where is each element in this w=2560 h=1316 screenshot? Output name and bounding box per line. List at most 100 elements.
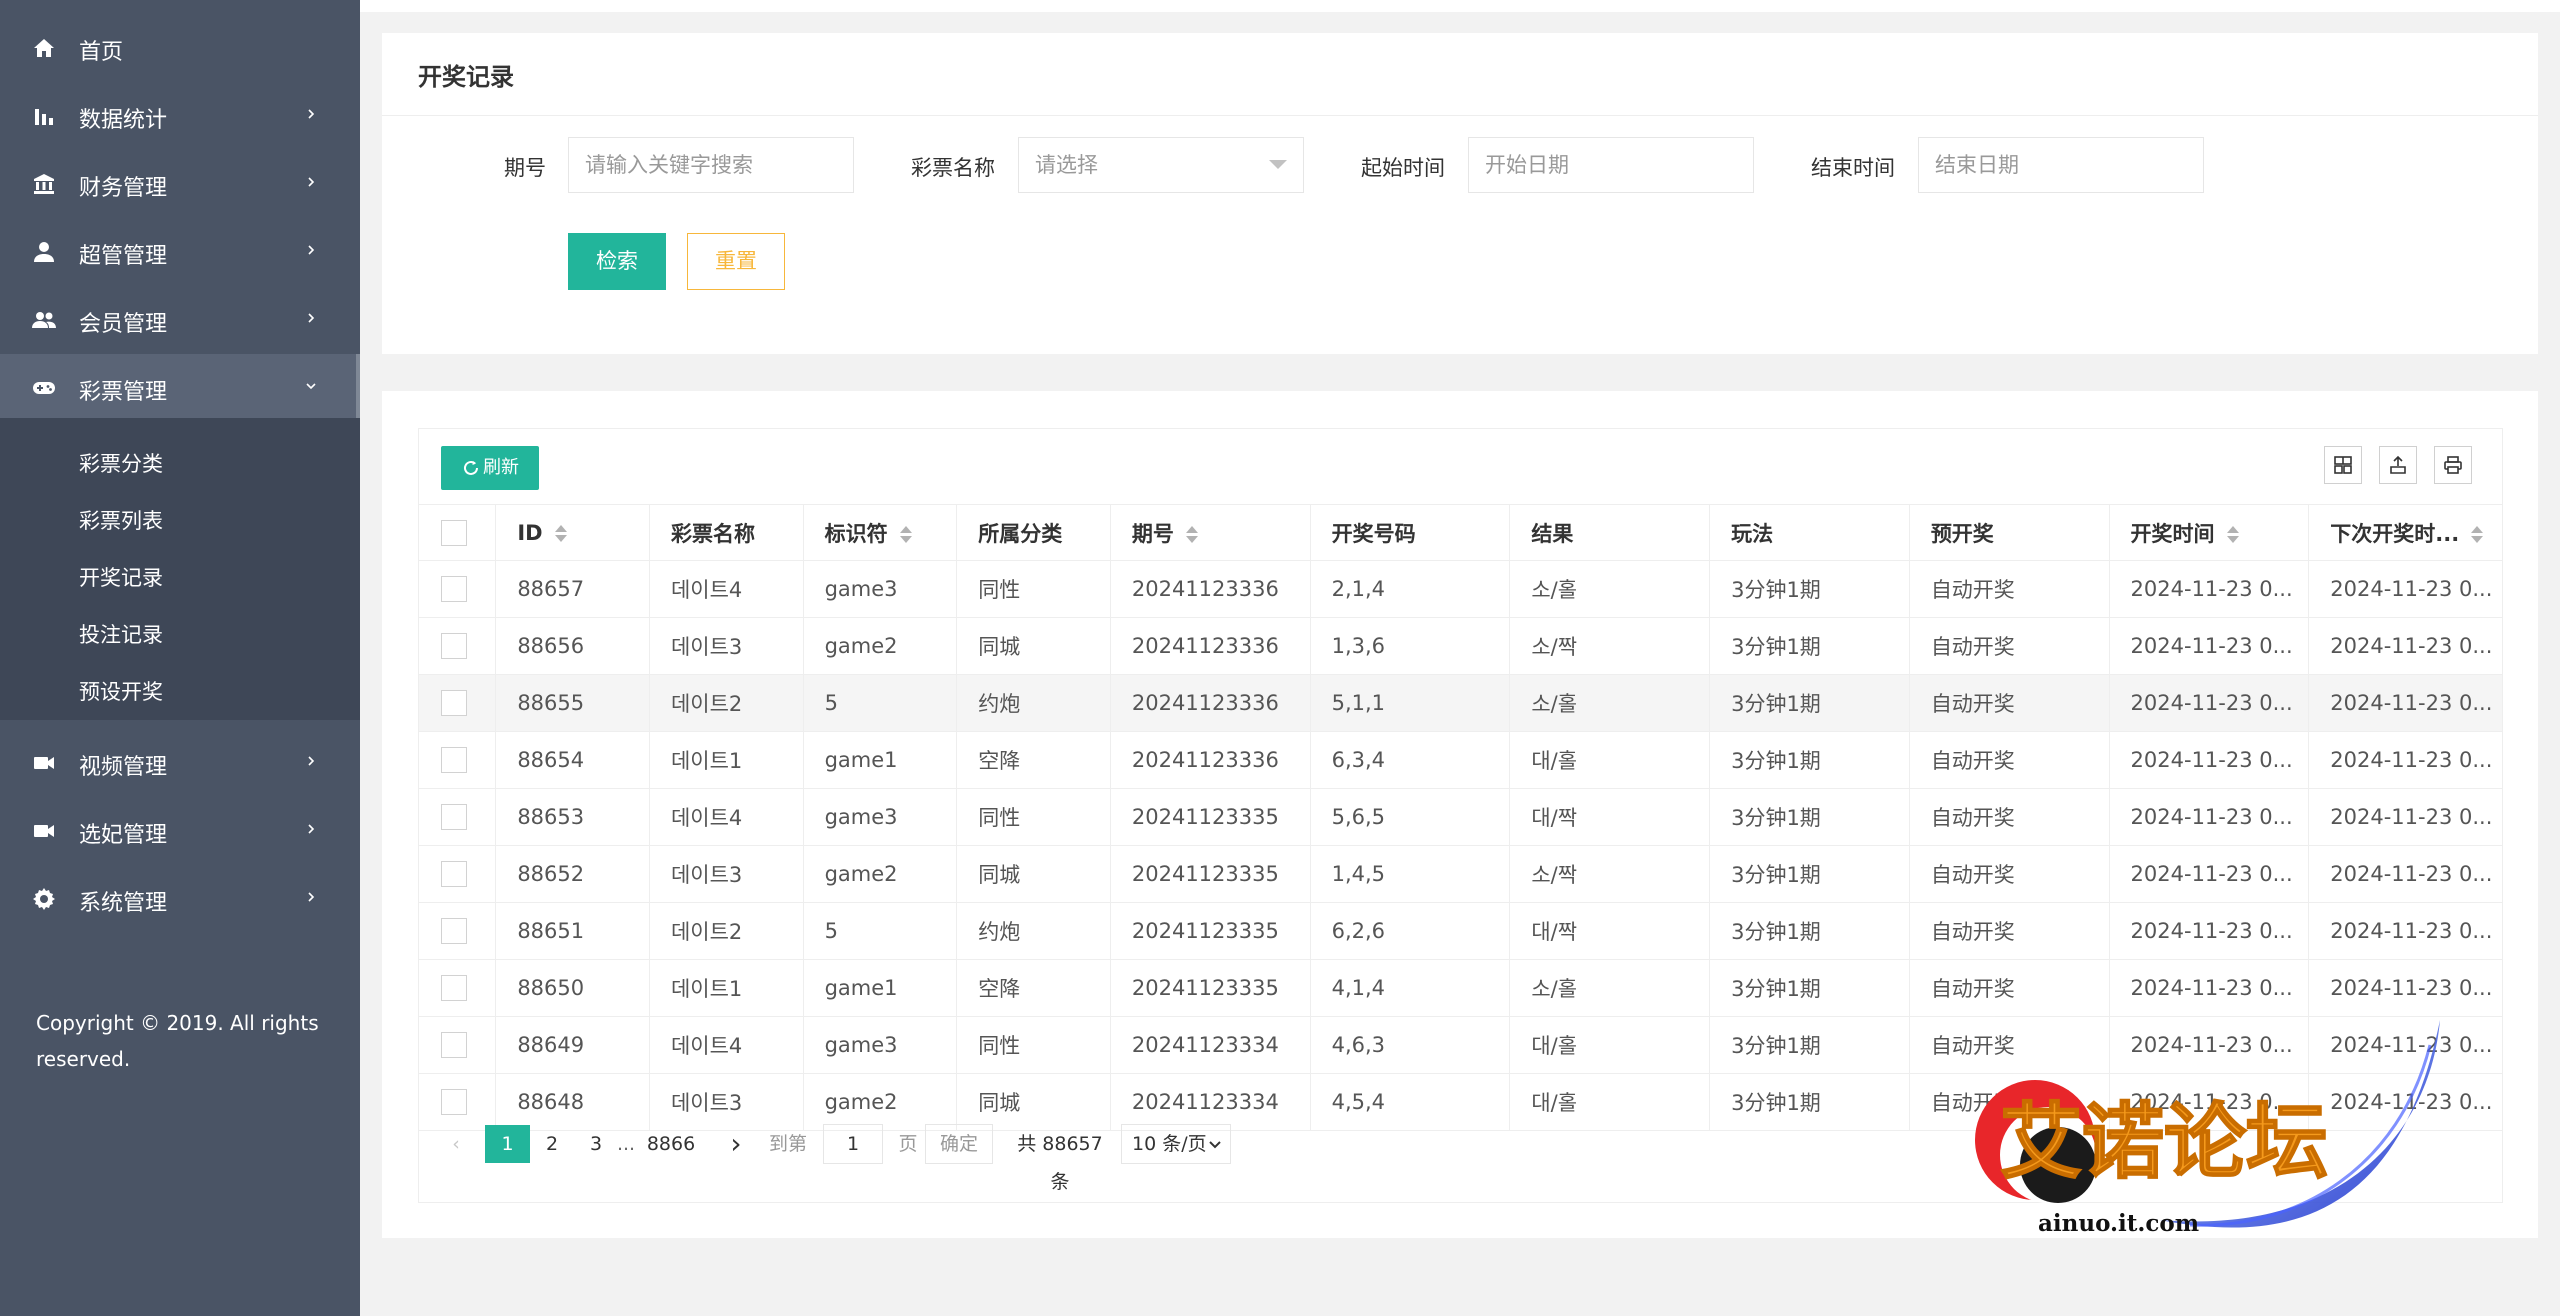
cell-id: 88651 [495, 902, 650, 960]
cell-pre-draw: 自动开奖 [1909, 902, 2110, 960]
cell-pre-draw: 自动开奖 [1909, 617, 2110, 675]
print-button[interactable] [2434, 446, 2472, 484]
sidebar-item-selection[interactable]: 选妃管理 [0, 797, 360, 865]
page-2-button[interactable]: 2 [537, 1125, 567, 1163]
sidebar-item-label: 选妃管理 [79, 823, 168, 848]
submenu-item-category[interactable]: 彩票分类 [79, 448, 163, 478]
row-checkbox[interactable] [441, 576, 467, 602]
prev-page-button[interactable]: ‹ [441, 1125, 471, 1163]
cell-next-draw-time: 2024-11-23 0... [2308, 845, 2502, 903]
bar-chart-icon [32, 104, 56, 128]
select-all-checkbox[interactable] [441, 519, 467, 546]
row-checkbox[interactable] [441, 804, 467, 830]
cell-category: 同性 [956, 1016, 1111, 1074]
sort-icon[interactable] [1185, 525, 1198, 544]
export-button[interactable] [2379, 446, 2417, 484]
cell-result: 소/홀 [1509, 959, 1711, 1017]
cell-play: 3分钟1期 [1709, 902, 1910, 960]
cell-next-draw-time: 2024-11-23 0... [2308, 959, 2502, 1017]
row-checkbox[interactable] [441, 1089, 467, 1115]
row-select-cell [419, 560, 497, 618]
row-select-cell [419, 617, 497, 675]
cell-play: 3分钟1期 [1709, 674, 1910, 732]
copyright-line-1: Copyright © 2019. All rights [36, 1011, 319, 1035]
end-time-label: 结束时间 [1811, 156, 1895, 180]
issue-search-input[interactable]: 请输入关键字搜索 [568, 137, 854, 193]
goto-page-input[interactable]: 1 [823, 1124, 883, 1164]
cell-id: 88650 [495, 959, 650, 1017]
col-id[interactable]: ID [495, 504, 650, 561]
cell-draw-number: 5,6,5 [1310, 788, 1511, 846]
sidebar-item-lottery[interactable]: 彩票管理 [0, 354, 360, 422]
sort-icon[interactable] [2226, 525, 2239, 544]
cell-issue: 20241123336 [1110, 617, 1311, 675]
lottery-name-select[interactable]: 请选择 [1018, 137, 1304, 193]
row-checkbox[interactable] [441, 633, 467, 659]
row-checkbox[interactable] [441, 975, 467, 1001]
sort-icon[interactable] [554, 524, 567, 543]
submenu-item-list[interactable]: 彩票列表 [79, 505, 163, 535]
cell-result: 소/홀 [1509, 674, 1711, 732]
col-issue[interactable]: 期号 [1110, 504, 1311, 561]
sidebar-item-finance[interactable]: 财务管理 [0, 150, 360, 218]
cell-lottery-name: 데이트4 [648, 560, 804, 618]
cell-result: 대/홀 [1509, 1016, 1711, 1074]
columns-button[interactable] [2324, 446, 2362, 484]
cell-next-draw-time: 2024-11-23 0... [2308, 1016, 2502, 1074]
page-size-select[interactable]: 10 条/页 [1121, 1124, 1231, 1164]
cell-play: 3分钟1期 [1709, 788, 1910, 846]
row-checkbox[interactable] [441, 861, 467, 887]
table-header-row: ID 彩票名称 标识符 所属分类 期号 开奖号码 结果 玩法 预开奖 开奖时间 … [419, 504, 2502, 561]
cell-lottery-name: 데이트3 [648, 845, 804, 903]
row-checkbox[interactable] [441, 747, 467, 773]
gear-icon [32, 887, 56, 911]
row-checkbox[interactable] [441, 1032, 467, 1058]
row-select-cell [419, 674, 497, 732]
cell-draw-time: 2024-11-23 0... [2109, 674, 2310, 732]
sidebar-item-videos[interactable]: 视频管理 [0, 729, 360, 797]
sidebar-item-members[interactable]: 会员管理 [0, 286, 360, 354]
sort-icon[interactable] [899, 525, 912, 544]
submenu-item-preset-draw[interactable]: 预设开奖 [79, 676, 163, 706]
col-identifier[interactable]: 标识符 [803, 504, 958, 561]
cell-lottery-name: 데이트2 [648, 902, 804, 960]
cell-draw-time: 2024-11-23 0... [2109, 788, 2310, 846]
next-page-button[interactable]: › [721, 1125, 751, 1163]
sidebar-item-system[interactable]: 系统管理 [0, 865, 360, 933]
sidebar-item-data-stats[interactable]: 数据统计 [0, 82, 360, 150]
chevron-down-icon [306, 383, 316, 390]
row-checkbox[interactable] [441, 918, 467, 944]
page-1-button[interactable]: 1 [485, 1125, 530, 1163]
row-checkbox[interactable] [441, 690, 467, 716]
end-date-input[interactable]: 结束日期 [1918, 137, 2204, 193]
cell-result: 대/홀 [1509, 731, 1711, 789]
col-identifier-label: 标识符 [824, 521, 888, 546]
submenu-item-draw-records[interactable]: 开奖记录 [79, 562, 163, 592]
reset-button[interactable]: 重置 [687, 233, 785, 290]
cell-id: 88654 [495, 731, 650, 789]
page-last-button[interactable]: 8866 [641, 1125, 701, 1163]
search-button[interactable]: 检索 [568, 233, 666, 290]
submenu-item-bet-records[interactable]: 投注记录 [79, 619, 163, 649]
page-3-button[interactable]: 3 [581, 1125, 611, 1163]
page-ellipsis: ... [616, 1133, 636, 1155]
start-date-input[interactable]: 开始日期 [1468, 137, 1754, 193]
goto-confirm-button[interactable]: 确定 [925, 1124, 993, 1164]
col-pre-draw-label: 预开奖 [1930, 521, 1994, 546]
lottery-name-select-value: 请选择 [1035, 153, 1098, 177]
sort-icon[interactable] [2471, 525, 2484, 544]
cell-category: 同性 [956, 788, 1111, 846]
col-next-draw-time[interactable]: 下次开奖时... [2308, 504, 2502, 561]
cell-draw-time: 2024-11-23 0... [2109, 902, 2310, 960]
col-draw-time[interactable]: 开奖时间 [2109, 504, 2310, 561]
sidebar: 首页 数据统计 财务管理 超管管理 会员管理 彩票管理 视频管理 选妃管理 系统管理 彩票分类 … [0, 0, 360, 1316]
sidebar-item-home[interactable]: 首页 [0, 14, 360, 82]
cell-lottery-name: 데이트4 [648, 788, 804, 846]
sidebar-item-super-admin[interactable]: 超管管理 [0, 218, 360, 286]
cell-play: 3分钟1期 [1709, 1016, 1910, 1074]
cell-next-draw-time: 2024-11-23 0... [2308, 617, 2502, 675]
refresh-button[interactable]: 刷新 [441, 446, 539, 490]
sidebar-item-label: 超管管理 [79, 244, 168, 269]
col-draw-number-label: 开奖号码 [1331, 521, 1416, 546]
row-select-cell [419, 1016, 497, 1074]
